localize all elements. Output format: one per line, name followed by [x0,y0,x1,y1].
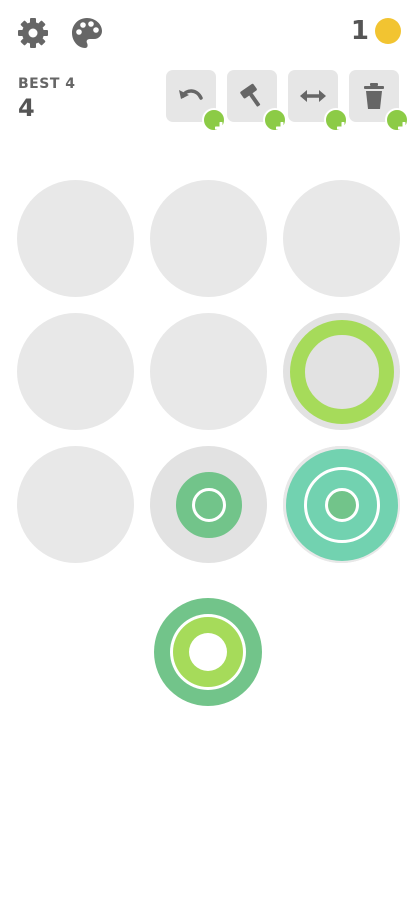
plus-icon [263,108,288,134]
coin-icon [375,18,401,44]
board-cell-1-0[interactable] [17,313,134,430]
board-cell-1-2[interactable] [283,313,400,430]
undo-button[interactable] [166,70,227,134]
undo-icon [179,89,203,100]
board-cell-1-1[interactable] [150,313,267,430]
next-ring-center [189,633,227,671]
ring-large [289,319,394,424]
trash-icon [364,83,384,109]
board-cell-2-0[interactable] [17,446,134,563]
palette-icon [72,18,102,48]
swap-button[interactable] [288,70,349,134]
board-cell-0-0[interactable] [17,180,134,297]
hammer-button[interactable] [227,70,288,134]
ring-small-inner [191,487,226,522]
plus-icon [202,108,227,134]
ring-small [324,487,359,522]
board-cell-2-1[interactable] [150,446,267,563]
coin-counter: 1 [351,18,401,44]
hammer-icon [240,83,261,107]
current-score: 4 [18,94,35,122]
board-cell-0-1[interactable] [150,180,267,297]
gear-icon [18,18,48,48]
next-piece[interactable] [154,598,262,706]
board-cell-0-2[interactable] [283,180,400,297]
coin-count: 1 [350,16,369,46]
settings-button[interactable] [14,14,52,52]
plus-icon [324,108,349,134]
board-cell-2-2[interactable] [283,446,400,563]
plus-icon [385,108,410,134]
swap-icon [300,90,326,102]
best-score-label: BEST 4 [18,76,76,92]
trash-button[interactable] [349,70,410,134]
theme-button[interactable] [68,14,106,52]
